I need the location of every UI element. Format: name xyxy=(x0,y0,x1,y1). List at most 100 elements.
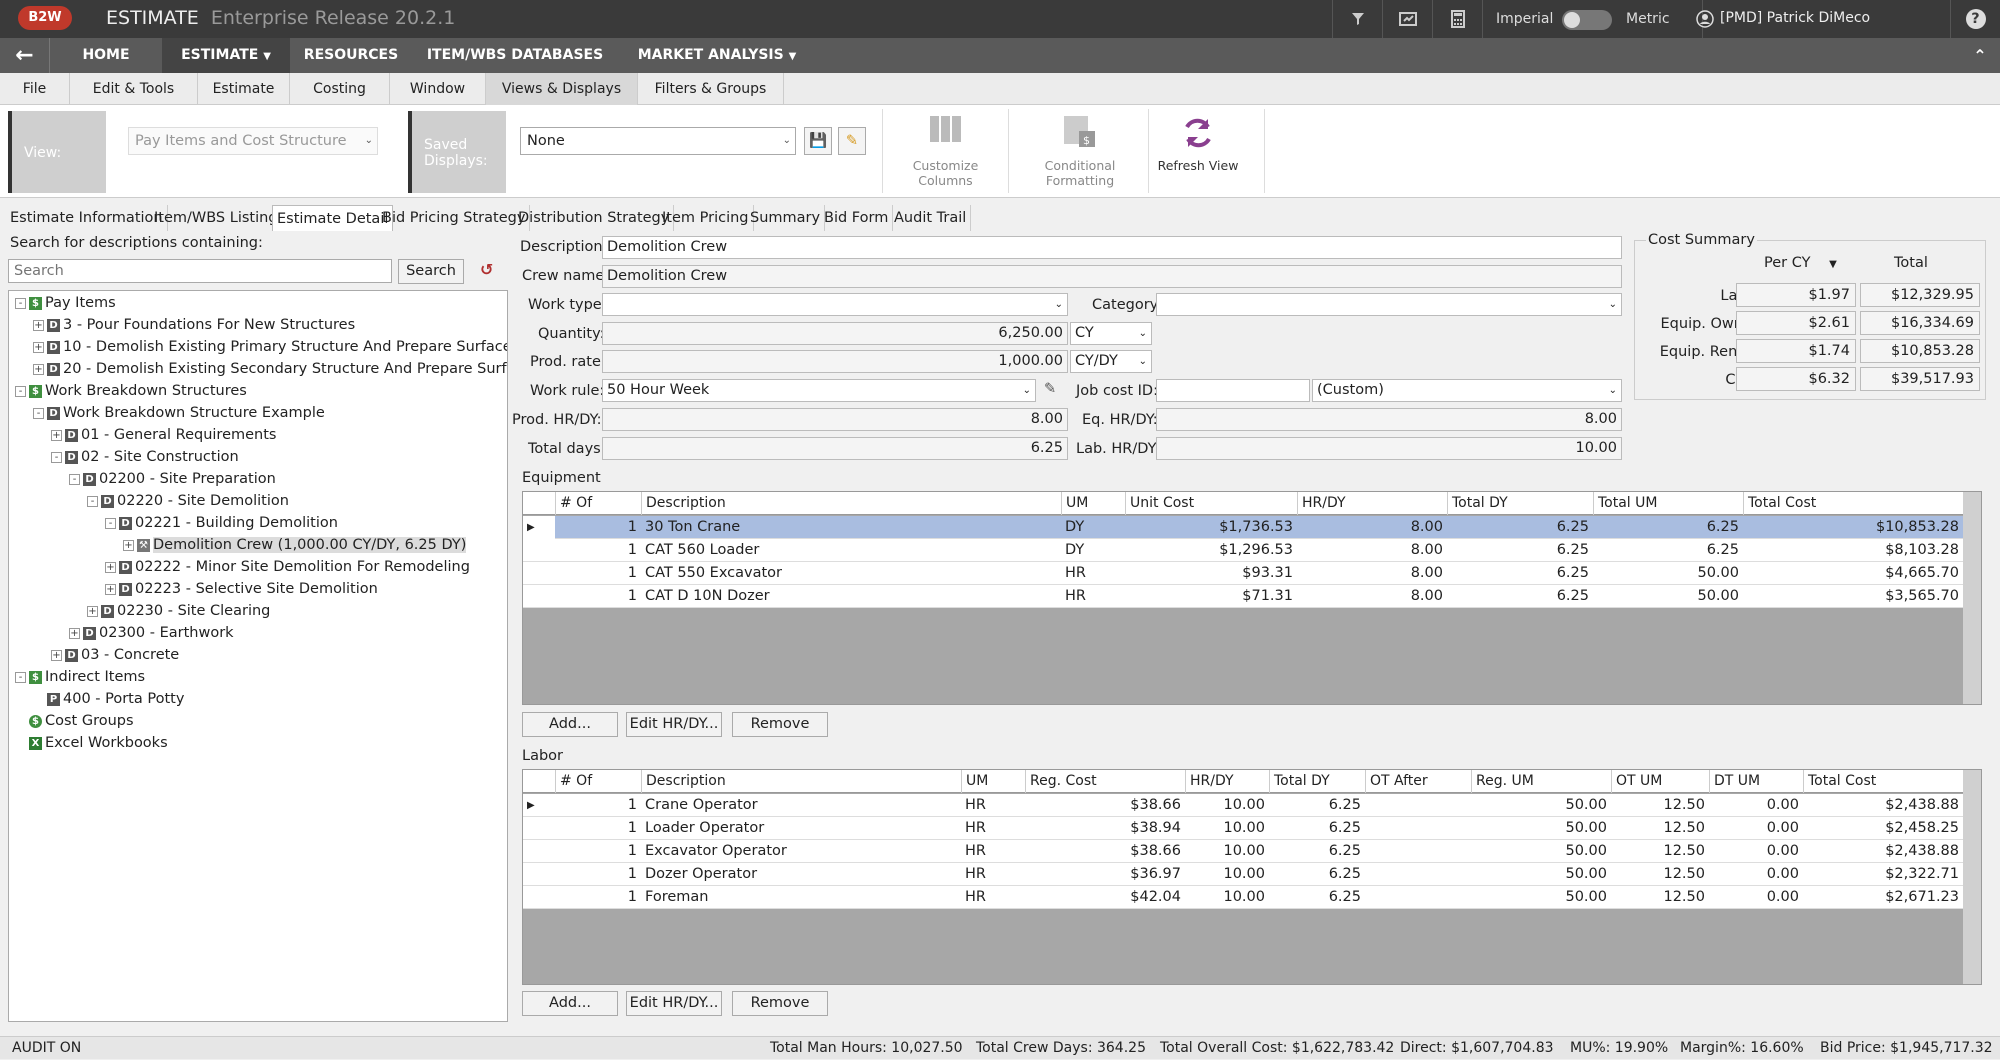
save-icon[interactable]: 💾 xyxy=(804,127,832,155)
menu-costing[interactable]: Costing xyxy=(290,73,390,105)
prod-hr-field[interactable]: 8.00 xyxy=(602,408,1068,431)
col-header[interactable]: Reg. UM xyxy=(1471,770,1611,793)
prod-rate-field[interactable]: 1,000.00 xyxy=(602,350,1068,373)
tab-estimate-detail[interactable]: Estimate Detail xyxy=(272,205,394,231)
lab-hr-field[interactable]: 10.00 xyxy=(1156,437,1622,460)
customize-columns-button[interactable]: Customize Columns xyxy=(888,115,1003,195)
description-field[interactable]: Demolition Crew xyxy=(602,236,1622,259)
tree-node[interactable]: + D 03 - Concrete xyxy=(51,645,179,665)
equipment-remove-button[interactable]: Remove xyxy=(732,712,828,737)
tree-node[interactable]: + D 10 - Demolish Existing Primary Structu… xyxy=(33,337,507,357)
col-header[interactable]: Total Cost xyxy=(1803,770,1963,793)
filter-icon[interactable] xyxy=(1332,0,1382,38)
table-row[interactable]: 1 Foreman HR $42.04 10.00 6.25 50.00 12.… xyxy=(523,886,1981,909)
tab-audit-trail[interactable]: Audit Trail xyxy=(890,205,972,231)
tree-node[interactable]: + D 02223 - Selective Site Demolition xyxy=(105,579,378,599)
table-row[interactable]: 1 Dozer Operator HR $36.97 10.00 6.25 50… xyxy=(523,863,1981,886)
col-header[interactable]: DT UM xyxy=(1709,770,1803,793)
quantity-unit-select[interactable]: CY ⌄ xyxy=(1070,322,1152,345)
tree-node[interactable]: + D 02300 - Earthwork xyxy=(69,623,234,643)
tree-node[interactable]: + D 3 - Pour Foundations For New Structure… xyxy=(33,315,355,335)
nav-home[interactable]: HOME xyxy=(60,38,152,73)
labor-scrollbar[interactable] xyxy=(1963,770,1981,984)
menu-filters-groups[interactable]: Filters & Groups xyxy=(638,73,784,105)
tree-node[interactable]: - $ Indirect Items xyxy=(15,667,145,687)
table-row[interactable]: 1 Excavator Operator HR $38.66 10.00 6.2… xyxy=(523,840,1981,863)
calculator-icon[interactable] xyxy=(1432,0,1482,38)
tree-node[interactable]: + D 01 - General Requirements xyxy=(51,425,276,445)
search-input[interactable] xyxy=(8,259,392,283)
view-select[interactable]: Pay Items and Cost Structure ⌄ xyxy=(128,127,378,155)
tree-node[interactable]: - D 02221 - Building Demolition xyxy=(105,513,338,533)
search-button[interactable]: Search xyxy=(398,259,464,284)
col-header[interactable]: Reg. Cost xyxy=(1025,770,1185,793)
tree-node-selected[interactable]: + ⚒ Demolition Crew (1,000.00 CY/DY, 6.25 … xyxy=(123,535,467,555)
table-row[interactable]: ▶ 1 Crane Operator HR $38.66 10.00 6.25 … xyxy=(523,794,1981,817)
refresh-view-button[interactable]: Refresh View xyxy=(1140,115,1256,195)
job-cost-type-select[interactable]: (Custom) ⌄ xyxy=(1312,379,1622,402)
col-header[interactable]: Total DY xyxy=(1269,770,1365,793)
col-header[interactable]: Description xyxy=(641,770,961,793)
col-header[interactable]: OT UM xyxy=(1611,770,1709,793)
quantity-field[interactable]: 6,250.00 xyxy=(602,322,1068,345)
tree-node[interactable]: - D 02220 - Site Demolition xyxy=(87,491,289,511)
col-header[interactable]: # Of xyxy=(555,770,641,793)
menu-window[interactable]: Window xyxy=(390,73,486,105)
tab-item-wbs-listing[interactable]: Item/WBS Listing xyxy=(150,205,283,231)
tab-distribution-strategy[interactable]: Distribution Strategy xyxy=(514,205,675,231)
table-row[interactable]: 1 CAT 550 Excavator HR $93.31 8.00 6.25 … xyxy=(523,562,1981,585)
tab-estimate-information[interactable]: Estimate Information xyxy=(6,205,168,231)
category-select[interactable]: ⌄ xyxy=(1156,293,1622,316)
tree-node[interactable]: - $ Pay Items xyxy=(15,293,116,313)
labor-edit-hrdy-button[interactable]: Edit HR/DY... xyxy=(626,991,722,1016)
eq-hr-field[interactable]: 8.00 xyxy=(1156,408,1622,431)
user-name[interactable]: [PMD] Patrick DiMeco xyxy=(1720,10,1870,26)
total-days-field[interactable]: 6.25 xyxy=(602,437,1068,460)
col-header[interactable]: HR/DY xyxy=(1297,492,1447,515)
tree-node[interactable]: - D 02200 - Site Preparation xyxy=(69,469,276,489)
menu-edit-tools[interactable]: Edit & Tools xyxy=(70,73,198,105)
labor-add-button[interactable]: Add... xyxy=(522,991,618,1016)
unit-toggle[interactable] xyxy=(1562,10,1612,30)
job-cost-id-field[interactable] xyxy=(1156,379,1310,402)
work-type-select[interactable]: ⌄ xyxy=(602,293,1068,316)
menu-file[interactable]: File xyxy=(0,73,70,105)
undo-icon[interactable]: ↺ xyxy=(480,260,493,279)
col-header[interactable]: Description xyxy=(641,492,1061,515)
tree-node[interactable]: - D 02 - Site Construction xyxy=(51,447,239,467)
tree-node[interactable]: P 400 - Porta Potty xyxy=(47,689,184,709)
per-unit-select[interactable]: Per CY ▼ xyxy=(1764,255,1837,271)
tree-node[interactable]: + D 20 - Demolish Existing Secondary Struc… xyxy=(33,359,507,379)
tab-bid-pricing-strategy[interactable]: Bid Pricing Strategy xyxy=(378,205,531,231)
col-header[interactable]: Total DY xyxy=(1447,492,1593,515)
tree-node[interactable]: + D 02222 - Minor Site Demolition For Remo… xyxy=(105,557,470,577)
table-row[interactable]: 1 CAT 560 Loader DY $1,296.53 8.00 6.25 … xyxy=(523,539,1981,562)
conditional-formatting-button[interactable]: $ Conditional Formatting xyxy=(1020,115,1140,195)
nav-item-wbs[interactable]: ITEM/WBS DATABASES xyxy=(420,38,610,73)
tree-node[interactable]: $ Cost Groups xyxy=(29,711,134,731)
nav-market-analysis[interactable]: MARKET ANALYSIS ▼ xyxy=(632,38,802,73)
work-rule-select[interactable]: 50 Hour Week ⌄ xyxy=(602,379,1036,402)
col-header[interactable]: Total UM xyxy=(1593,492,1743,515)
table-row[interactable]: 1 CAT D 10N Dozer HR $71.31 8.00 6.25 50… xyxy=(523,585,1981,608)
tab-bid-form[interactable]: Bid Form xyxy=(820,205,894,231)
tree-node[interactable]: - $ Work Breakdown Structures xyxy=(15,381,247,401)
report-icon[interactable] xyxy=(1382,0,1432,38)
nav-estimate[interactable]: ESTIMATE ▼ xyxy=(162,38,290,73)
equipment-add-button[interactable]: Add... xyxy=(522,712,618,737)
table-row[interactable]: 1 Loader Operator HR $38.94 10.00 6.25 5… xyxy=(523,817,1981,840)
back-arrow-icon[interactable]: ← xyxy=(0,38,50,73)
menu-views-displays[interactable]: Views & Displays xyxy=(486,73,638,105)
col-header[interactable]: Unit Cost xyxy=(1125,492,1297,515)
col-header[interactable]: OT After xyxy=(1365,770,1471,793)
nav-resources[interactable]: RESOURCES xyxy=(296,38,406,73)
help-icon[interactable]: ? xyxy=(1950,0,2000,38)
equipment-edit-hrdy-button[interactable]: Edit HR/DY... xyxy=(626,712,722,737)
equipment-scrollbar[interactable] xyxy=(1963,492,1981,704)
saved-displays-select[interactable]: None ⌄ xyxy=(520,127,796,155)
edit-pencil-icon[interactable]: ✎ xyxy=(1044,381,1056,397)
col-header[interactable]: Total Cost xyxy=(1743,492,1963,515)
tab-item-pricing[interactable]: Item Pricing xyxy=(658,205,754,231)
col-header[interactable]: UM xyxy=(961,770,1025,793)
collapse-icon[interactable]: ⌃ xyxy=(1960,38,2000,73)
